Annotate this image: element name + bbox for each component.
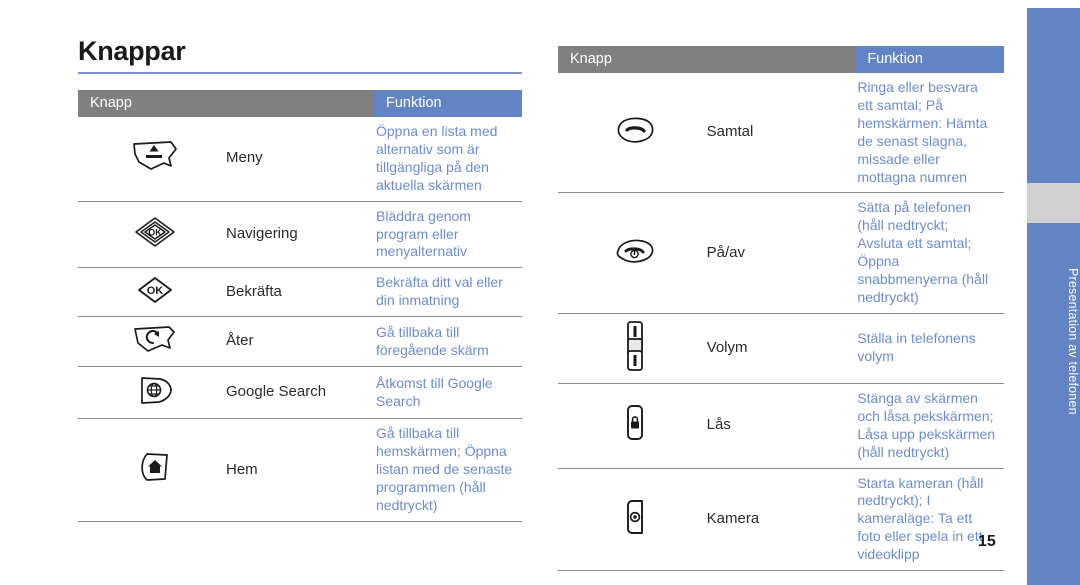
key-description: Ställa in telefonens volym [855, 313, 1004, 384]
table-row: OK Navigering Bläddra genom program elle… [78, 201, 522, 269]
column-header-key: Knapp [78, 90, 374, 117]
camera-key-icon [623, 497, 647, 537]
key-name: På/av [706, 192, 856, 314]
key-description: Åtkomst till Google Search [374, 366, 522, 420]
key-icon-cell [78, 366, 226, 420]
key-icon-cell: OK [78, 201, 226, 269]
table-row: Hem Gå tillbaka till hemskärmen; Öppna l… [78, 418, 522, 522]
table-row: Meny Öppna en lista med alternativ som ä… [78, 117, 522, 202]
key-icon-cell [78, 117, 226, 202]
key-name: Google Search [226, 366, 374, 420]
table-row: Google Search Åtkomst till Google Search [78, 366, 522, 420]
google-search-key-icon [133, 373, 177, 407]
back-key-icon [131, 323, 179, 355]
key-description: Bekräfta ditt val eller din inmatning [374, 267, 522, 318]
key-name: Meny [226, 117, 374, 202]
key-icon-cell [558, 313, 707, 384]
page-number: 15 [978, 533, 996, 550]
lock-key-icon [623, 403, 647, 443]
key-description: Starta kameran (håll nedtryckt); I kamer… [855, 468, 1004, 572]
navigation-key-icon: OK [132, 216, 178, 248]
keys-table-right: Knapp Funktion Samtal Ringa eller besvar… [558, 46, 1004, 572]
home-key-icon [134, 450, 176, 484]
chapter-tab-label: Presentation av telefonen [1066, 267, 1080, 415]
key-name: Kamera [706, 468, 856, 572]
key-description: Bläddra genom program eller menyalternat… [374, 201, 522, 269]
key-name: Volym [706, 313, 856, 384]
key-name: Hem [226, 418, 374, 522]
key-description: Gå tillbaka till föregående skärm [374, 316, 522, 368]
key-name: Navigering [226, 201, 374, 269]
table-row: Åter Gå tillbaka till föregående skärm [78, 316, 522, 368]
key-description: Stänga av skärmen och låsa pekskärmen; L… [855, 383, 1004, 469]
confirm-ok-key-icon: OK [133, 276, 177, 304]
table-row: På/av Sätta på telefonen (håll nedtryckt… [558, 192, 1004, 314]
key-name: Lås [706, 383, 856, 469]
key-description: Sätta på telefonen (håll nedtryckt; Avsl… [855, 192, 1004, 314]
key-description: Öppna en lista med alternativ som är til… [374, 117, 522, 202]
keys-table-left: Knapp Funktion Meny Öppna en lista med a… [78, 90, 522, 522]
column-header-key: Knapp [558, 46, 856, 73]
key-icon-cell [78, 418, 226, 522]
svg-text:OK: OK [147, 285, 164, 297]
key-name: Samtal [706, 73, 856, 194]
page-title: Knappar [78, 36, 186, 66]
table-row: Lås Stänga av skärmen och låsa pekskärme… [558, 383, 1004, 469]
key-name: Åter [226, 316, 374, 368]
key-name: Bekräfta [226, 267, 374, 318]
table-row: Volym Ställa in telefonens volym [558, 313, 1004, 384]
table-header-row: Knapp Funktion [78, 90, 522, 117]
table-row: OK Bekräfta Bekräfta ditt val eller din … [78, 267, 522, 318]
volume-key-icon [623, 320, 647, 372]
key-description: Ringa eller besvara ett samtal; På hemsk… [855, 73, 1004, 194]
menu-key-icon [131, 139, 179, 173]
key-description: Gå tillbaka till hemskärmen; Öppna lista… [374, 418, 522, 522]
call-key-icon [611, 115, 659, 145]
key-icon-cell [558, 383, 707, 469]
table-row: Kamera Starta kameran (håll nedtryckt); … [558, 468, 1004, 572]
title-underline [78, 72, 522, 74]
column-header-function: Funktion [855, 46, 1004, 73]
key-icon-cell: OK [78, 267, 226, 318]
chapter-tab-gap [1027, 183, 1080, 223]
table-row: Samtal Ringa eller besvara ett samtal; P… [558, 73, 1004, 194]
key-icon-cell [558, 192, 707, 314]
table-header-row: Knapp Funktion [558, 46, 1004, 73]
document-page: Presentation av telefonen Knappar Knapp … [0, 0, 1080, 585]
column-header-function: Funktion [374, 90, 522, 117]
key-icon-cell [558, 468, 707, 572]
power-end-key-icon [611, 236, 659, 266]
key-icon-cell [558, 73, 707, 194]
key-icon-cell [78, 316, 226, 368]
svg-text:OK: OK [148, 227, 162, 237]
